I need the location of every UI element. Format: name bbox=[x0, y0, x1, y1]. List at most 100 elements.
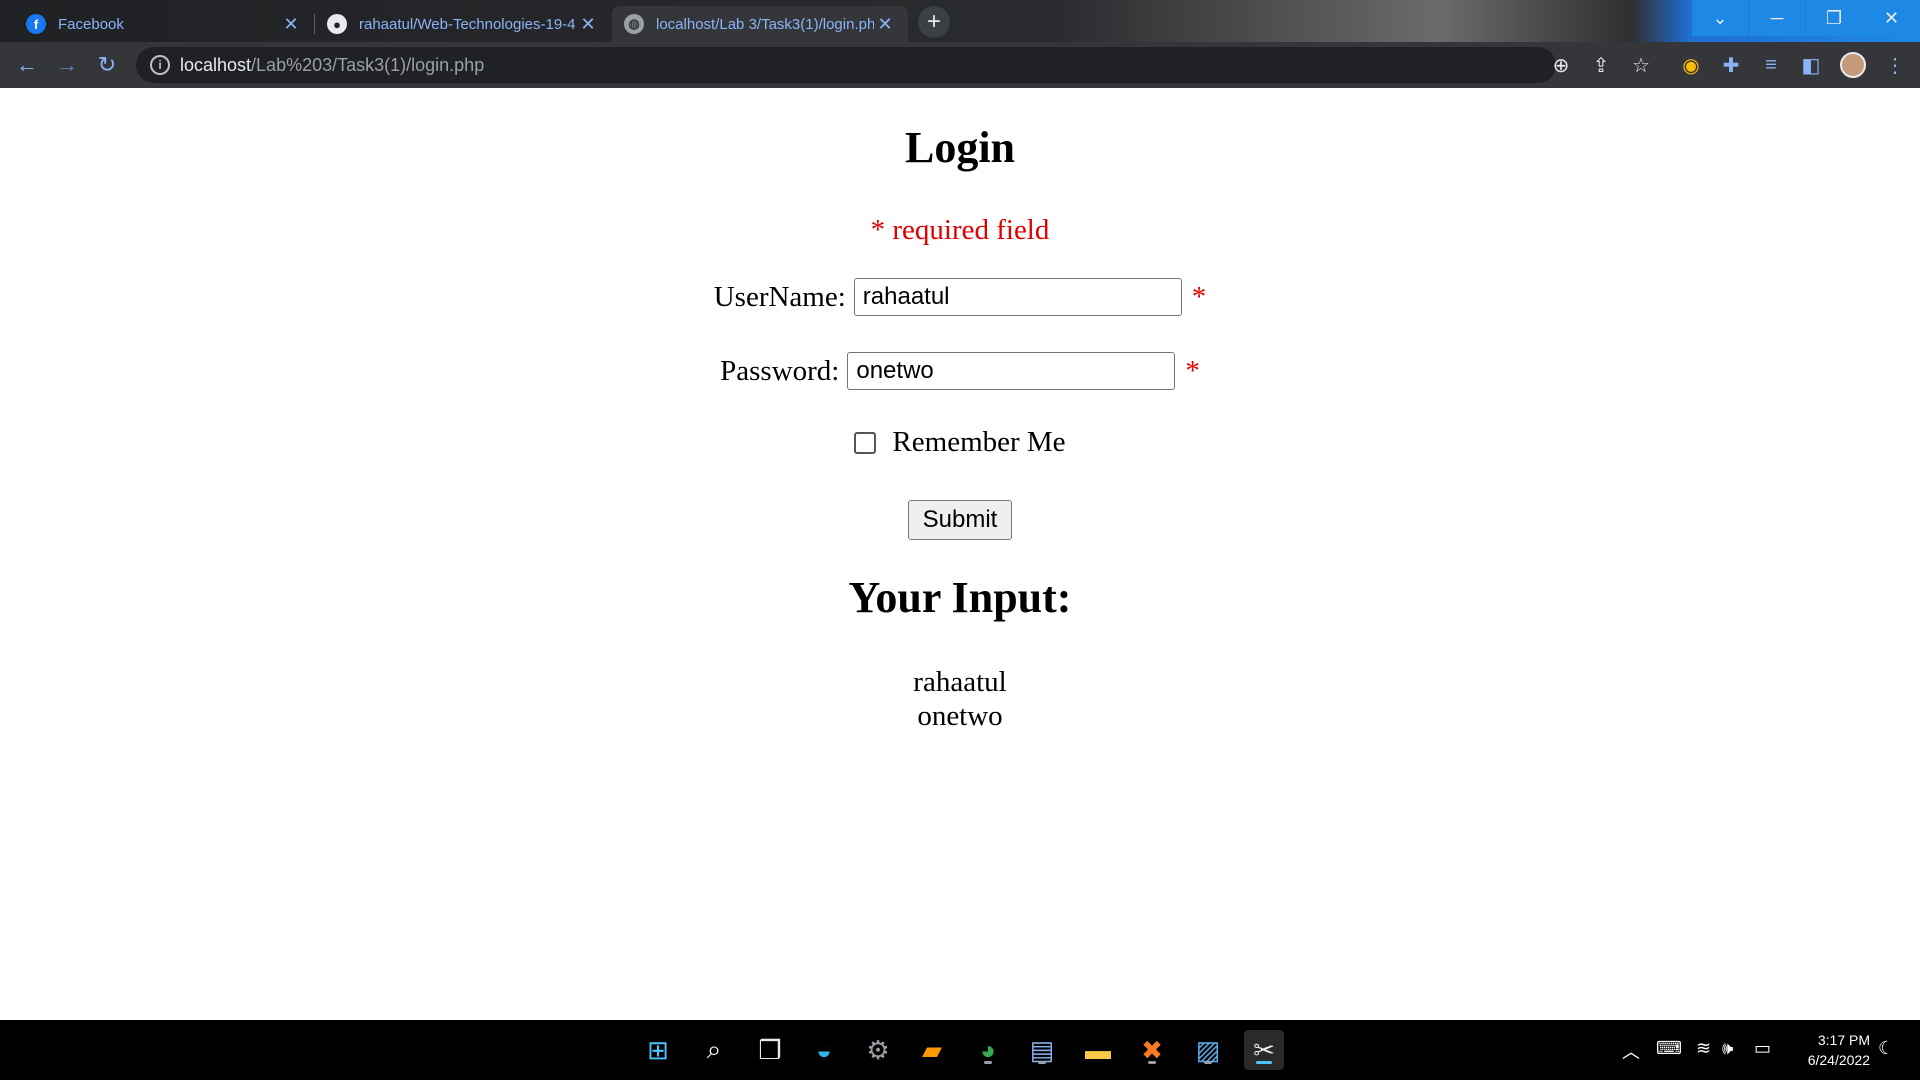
task-view-button[interactable]: ❒ bbox=[750, 1030, 790, 1070]
edge-icon: ◒ bbox=[816, 1034, 832, 1065]
arrow-right-icon: → bbox=[56, 52, 78, 77]
output-username: rahaatul bbox=[913, 666, 1007, 698]
back-button[interactable]: ← bbox=[12, 50, 42, 80]
close-tab-icon[interactable]: ✕ bbox=[874, 14, 896, 35]
active-indicator bbox=[1256, 1061, 1272, 1064]
sublime-text-button[interactable]: ▰ bbox=[912, 1030, 952, 1070]
extension-logo-icon: ◉ bbox=[1682, 54, 1700, 77]
gear-icon: ⚙ bbox=[866, 1034, 890, 1065]
globe-icon: ◍ bbox=[624, 14, 644, 34]
search-icon: ⌕ bbox=[706, 1034, 722, 1064]
share-button[interactable]: ⇪ bbox=[1586, 50, 1616, 80]
address-path: /Lab%203/Task3(1)/login.php bbox=[251, 54, 485, 75]
share-icon: ⇪ bbox=[1592, 54, 1610, 77]
side-panel-icon: ◧ bbox=[1801, 54, 1821, 77]
running-indicator bbox=[1148, 1061, 1156, 1064]
address-host: localhost bbox=[180, 54, 252, 75]
tab-facebook[interactable]: f Facebook ✕ bbox=[14, 6, 314, 42]
username-input[interactable]: rahaatul bbox=[853, 278, 1182, 316]
github-icon: ● bbox=[327, 14, 347, 34]
output-password: onetwo bbox=[917, 700, 1003, 732]
reload-button[interactable]: ↻ bbox=[92, 50, 122, 80]
address-bar[interactable]: i localhost/Lab%203/Task3(1)/login.php bbox=[136, 47, 1556, 83]
star-icon: ☆ bbox=[1632, 54, 1650, 77]
bookmark-button[interactable]: ☆ bbox=[1626, 50, 1656, 80]
arrow-left-icon: ← bbox=[16, 52, 38, 77]
page-content: Login * required field UserName: rahaatu… bbox=[0, 88, 1920, 1020]
username-label: UserName: bbox=[713, 280, 846, 313]
output-heading: Your Input: bbox=[848, 573, 1072, 622]
task-view-icon: ❒ bbox=[758, 1034, 782, 1065]
submit-row: Submit bbox=[0, 500, 1920, 540]
wifi-icon[interactable]: ≋ bbox=[1696, 1038, 1711, 1059]
required-note: * required field bbox=[870, 214, 1050, 246]
menu-button[interactable]: ⋮ bbox=[1880, 50, 1910, 80]
battery-icon[interactable]: ▭ bbox=[1754, 1038, 1771, 1059]
playlist-icon: ≡ bbox=[1765, 53, 1777, 76]
required-mark: * bbox=[1191, 280, 1207, 313]
extensions-button[interactable]: ✚ bbox=[1716, 50, 1746, 80]
remember-me-checkbox[interactable] bbox=[854, 431, 877, 454]
close-icon: ✕ bbox=[1883, 7, 1900, 28]
tab-title: Facebook bbox=[58, 15, 124, 33]
photos-button[interactable]: ▨ bbox=[1188, 1030, 1228, 1070]
password-input[interactable]: onetwo bbox=[847, 352, 1176, 390]
clock-time: 3:17 PM bbox=[1817, 1032, 1870, 1048]
start-button[interactable]: ⊞ bbox=[638, 1030, 678, 1070]
restore-icon: ❐ bbox=[1825, 7, 1843, 28]
snipping-tool-button[interactable]: ✂ bbox=[1244, 1030, 1284, 1070]
settings-button[interactable]: ⚙ bbox=[858, 1030, 898, 1070]
close-window-button[interactable]: ✕ bbox=[1863, 0, 1920, 36]
volume-icon[interactable]: 🕪 bbox=[1722, 1038, 1733, 1059]
side-panel-button[interactable]: ◧ bbox=[1796, 50, 1826, 80]
taskbar: ⊞ ⌕ ❒ ◒ ⚙ ▰ ◕ ▤ ▬ ✖ ▨ ✂ ︿ ⌨ ≋ 🕪 ▭ 3:17 P… bbox=[0, 1020, 1920, 1080]
minimize-button[interactable]: ─ bbox=[1749, 0, 1805, 36]
zoom-icon: ⊕ bbox=[1552, 54, 1570, 77]
forward-button[interactable]: → bbox=[52, 50, 82, 80]
xampp-button[interactable]: ✖ bbox=[1132, 1030, 1172, 1070]
tab-login-active[interactable]: ◍ localhost/Lab 3/Task3(1)/login.php ✕ bbox=[612, 6, 908, 42]
tab-search-button[interactable]: ⌄ bbox=[1692, 0, 1748, 36]
username-row: UserName: rahaatul * bbox=[0, 278, 1920, 316]
avatar[interactable] bbox=[1840, 52, 1866, 78]
remote-desktop-button[interactable]: ▤ bbox=[1022, 1030, 1062, 1070]
chevron-down-icon: ⌄ bbox=[1712, 7, 1728, 28]
clock[interactable]: 3:17 PM 6/24/2022 bbox=[1790, 1030, 1870, 1070]
sublime-icon: ▰ bbox=[922, 1034, 942, 1065]
facebook-icon: f bbox=[26, 14, 46, 34]
new-tab-button[interactable]: + bbox=[918, 6, 950, 38]
browser-toolbar: ← → ↻ i localhost/Lab%203/Task3(1)/login… bbox=[0, 42, 1920, 88]
tab-title: localhost/Lab 3/Task3(1)/login.php bbox=[656, 15, 874, 33]
show-hidden-icons[interactable]: ︿ bbox=[1622, 1038, 1640, 1064]
media-control-button[interactable]: ≡ bbox=[1756, 50, 1786, 80]
running-indicator bbox=[1038, 1061, 1046, 1064]
minimize-icon: ─ bbox=[1770, 7, 1784, 28]
browser-tab-strip: f Facebook ✕ ● rahaatul/Web-Technologies… bbox=[0, 0, 1920, 42]
clock-date: 6/24/2022 bbox=[1807, 1052, 1870, 1068]
tab-github[interactable]: ● rahaatul/Web-Technologies-19-4 ✕ bbox=[315, 6, 611, 42]
folder-icon: ▬ bbox=[1085, 1034, 1111, 1065]
page-title: Login bbox=[904, 123, 1016, 172]
close-tab-icon[interactable]: ✕ bbox=[280, 14, 302, 35]
close-tab-icon[interactable]: ✕ bbox=[577, 14, 599, 35]
password-row: Password: onetwo * bbox=[0, 352, 1920, 390]
file-explorer-button[interactable]: ▬ bbox=[1078, 1030, 1118, 1070]
restore-button[interactable]: ❐ bbox=[1806, 0, 1862, 36]
reload-icon: ↻ bbox=[97, 52, 117, 77]
tab-title: rahaatul/Web-Technologies-19-4 bbox=[359, 15, 576, 33]
keyboard-icon[interactable]: ⌨ bbox=[1656, 1038, 1682, 1059]
search-button[interactable]: ⌕ bbox=[694, 1030, 734, 1070]
required-mark: * bbox=[1185, 354, 1200, 387]
windows-logo-icon: ⊞ bbox=[647, 1034, 669, 1065]
focus-assist-icon[interactable]: ☾ bbox=[1878, 1038, 1894, 1059]
chrome-button[interactable]: ◕ bbox=[968, 1030, 1008, 1070]
plus-icon: + bbox=[926, 8, 941, 35]
zoom-button[interactable]: ⊕ bbox=[1546, 50, 1576, 80]
remember-row: Remember Me bbox=[0, 426, 1920, 459]
info-icon[interactable]: i bbox=[150, 55, 170, 75]
submit-button[interactable]: Submit bbox=[907, 500, 1013, 540]
extension-button[interactable]: ◉ bbox=[1676, 50, 1706, 80]
edge-button[interactable]: ◒ bbox=[804, 1030, 844, 1070]
running-indicator bbox=[1204, 1061, 1212, 1064]
running-indicator bbox=[984, 1061, 992, 1064]
